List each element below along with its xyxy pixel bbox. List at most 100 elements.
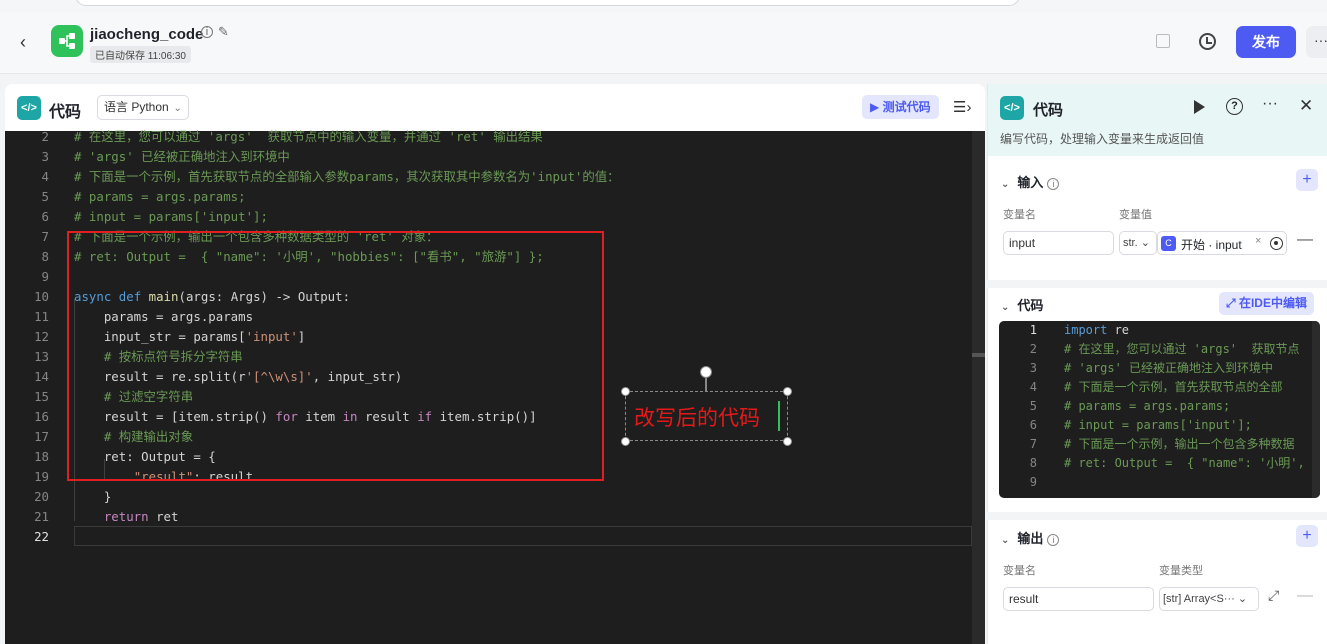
more-icon[interactable]: ··· — [1262, 95, 1278, 113]
workflow-app-icon — [51, 25, 83, 57]
code-text: # 'args' 已经被正确地注入到环境中 — [1064, 361, 1274, 375]
resize-handle[interactable] — [783, 387, 792, 396]
line-number: 6 — [1029, 418, 1037, 432]
panel-header: </> 代码 ? ··· ✕ 编写代码，处理输入变量来生成返回值 — [988, 84, 1327, 156]
code-line[interactable]: 21 return ret — [5, 507, 972, 527]
play-circle-icon: ▶ — [870, 100, 883, 114]
scrollbar-thumb[interactable] — [972, 353, 985, 357]
target-icon[interactable] — [1270, 237, 1283, 250]
code-line[interactable]: 1 import re — [999, 321, 1320, 340]
rotate-handle[interactable] — [700, 366, 712, 378]
code-line[interactable]: 3 # 'args' 已经被正确地注入到环境中 — [5, 147, 972, 167]
code-text: # 下面是一个示例，首先获取节点的全部输入参数params，其次获取其中参数名为… — [74, 169, 620, 184]
line-number: 13 — [34, 349, 49, 364]
resize-handle[interactable] — [621, 387, 630, 396]
remove-output-icon[interactable]: — — [1297, 587, 1313, 605]
code-line[interactable]: 22 — [5, 527, 972, 547]
editor-scrollbar[interactable] — [972, 131, 985, 644]
line-number: 15 — [34, 389, 49, 404]
address-bar[interactable] — [75, 0, 1020, 6]
code-line[interactable]: 8 # ret: Output = { "name": '小明', — [999, 454, 1320, 473]
info-icon[interactable]: i — [1047, 178, 1060, 190]
code-text: # 下面是一个示例，输出一个包含多种数据 — [1064, 437, 1295, 451]
code-section-title[interactable]: ⌄ 代码 — [1001, 295, 1043, 314]
code-line[interactable]: 6 # input = params['input']; — [999, 416, 1320, 435]
line-number: 2 — [41, 129, 49, 144]
panel-title: 代码 — [49, 104, 82, 121]
type-short: str. — [1123, 237, 1138, 249]
language-select[interactable]: 语言 Python ⌄ — [97, 95, 189, 120]
line-number: 3 — [41, 149, 49, 164]
code-line[interactable]: 2 # 在这里，您可以通过 'args' 获取节点中的输入变量，并通过 'ret'… — [5, 127, 972, 147]
code-text: import re — [1064, 323, 1130, 337]
output-type-select[interactable]: [str] Array<S··· ⌄ — [1159, 587, 1259, 611]
info-icon[interactable]: i — [201, 26, 213, 38]
resize-handle[interactable] — [621, 437, 630, 446]
annotation-text[interactable]: 改写后的代码 — [634, 402, 760, 432]
back-arrow-icon[interactable]: ‹ — [20, 32, 40, 52]
code-line[interactable]: 4 # 下面是一个示例，首先获取节点的全部 — [999, 378, 1320, 397]
code-line[interactable]: 6 # input = params['input']; — [5, 207, 972, 227]
code-text: # 在这里，您可以通过 'args' 获取节点中的输入变量，并通过 'ret' … — [74, 129, 543, 144]
info-icon[interactable]: i — [1047, 534, 1060, 546]
code-line[interactable]: 4 # 下面是一个示例，首先获取节点的全部输入参数params，其次获取其中参数名… — [5, 167, 972, 187]
line-number: 16 — [34, 409, 49, 424]
clear-icon[interactable]: × — [1255, 235, 1261, 247]
add-input-button[interactable]: + — [1296, 169, 1318, 191]
node-title: 代码 — [1033, 102, 1064, 119]
remove-input-icon[interactable]: — — [1297, 231, 1313, 249]
code-line[interactable]: 7 # 下面是一个示例，输出一个包含多种数据 — [999, 435, 1320, 454]
resize-handle[interactable] — [783, 437, 792, 446]
code-text: } — [74, 489, 112, 504]
history-icon[interactable] — [1199, 33, 1216, 50]
code-text: # 在这里，您可以通过 'args' 获取节点 — [1064, 342, 1300, 356]
code-line[interactable]: 9 — [999, 473, 1320, 492]
variable-reference-field[interactable]: C 开始 · input × — [1157, 231, 1287, 255]
edit-in-ide-button[interactable]: ⤢ 在IDE中编辑 — [1219, 292, 1314, 315]
publish-button[interactable]: 发布 — [1236, 26, 1296, 58]
line-number: 21 — [34, 509, 49, 524]
line-number: 12 — [34, 329, 49, 344]
code-text: # 'args' 已经被正确地注入到环境中 — [74, 149, 290, 164]
col-var-type: 变量类型 — [1159, 565, 1203, 577]
line-number: 7 — [1029, 437, 1037, 451]
reference-text: 开始 · input — [1181, 238, 1242, 252]
edit-icon[interactable]: ✎ — [218, 24, 229, 40]
help-icon[interactable]: ? — [1226, 98, 1243, 115]
code-line[interactable]: 3 # 'args' 已经被正确地注入到环境中 — [999, 359, 1320, 378]
line-number: 22 — [34, 529, 49, 544]
code-line[interactable]: 5 # params = args.params; — [5, 187, 972, 207]
input-section-title[interactable]: ⌄ 输入 i — [1001, 172, 1060, 191]
output-section-title[interactable]: ⌄ 输出 i — [1001, 528, 1060, 547]
section-divider — [987, 512, 1327, 520]
output-var-name-field[interactable]: result — [1003, 587, 1154, 611]
header: ‹ jiaocheng_code i ✎ 已自动保存 11:06:30 发布 ·… — [0, 12, 1327, 74]
line-number: 5 — [41, 189, 49, 204]
line-number: 9 — [1029, 475, 1037, 489]
code-node-icon: </> — [1000, 96, 1024, 120]
code-text: return ret — [103, 509, 179, 524]
expand-icon[interactable]: ⤢ — [1268, 587, 1279, 604]
input-title-text: 输入 — [1017, 175, 1044, 190]
line-number: 19 — [34, 469, 49, 484]
chevron-down-icon: ⌄ — [1001, 179, 1010, 190]
line-number: 20 — [34, 489, 49, 504]
chevron-down-icon: ⌄ — [1001, 302, 1010, 313]
close-icon[interactable]: ✕ — [1299, 96, 1313, 116]
input-var-name-field[interactable]: input — [1003, 231, 1114, 255]
line-number: 17 — [34, 429, 49, 444]
test-code-button[interactable]: ▶ 测试代码 — [862, 95, 939, 119]
more-menu-button[interactable]: ··· — [1306, 26, 1327, 58]
code-line[interactable]: 2 # 在这里，您可以通过 'args' 获取节点 — [999, 340, 1320, 359]
input-type-select[interactable]: str. ⌄ — [1119, 231, 1157, 255]
code-line[interactable]: 5 # params = args.params; — [999, 397, 1320, 416]
code-text: # 下面是一个示例，首先获取节点的全部 — [1064, 380, 1283, 394]
copy-icon[interactable] — [1156, 34, 1170, 48]
code-text: # params = args.params; — [74, 189, 246, 204]
code-preview[interactable]: 1 import re 2 # 在这里，您可以通过 'args' 获取节点 3 # 'ar… — [999, 321, 1320, 498]
outline-menu-icon[interactable]: ☰› — [953, 98, 971, 116]
add-output-button[interactable]: + — [1296, 525, 1318, 547]
code-line[interactable]: 20 } — [5, 487, 972, 507]
line-number: 6 — [41, 209, 49, 224]
play-icon[interactable] — [1194, 100, 1205, 114]
